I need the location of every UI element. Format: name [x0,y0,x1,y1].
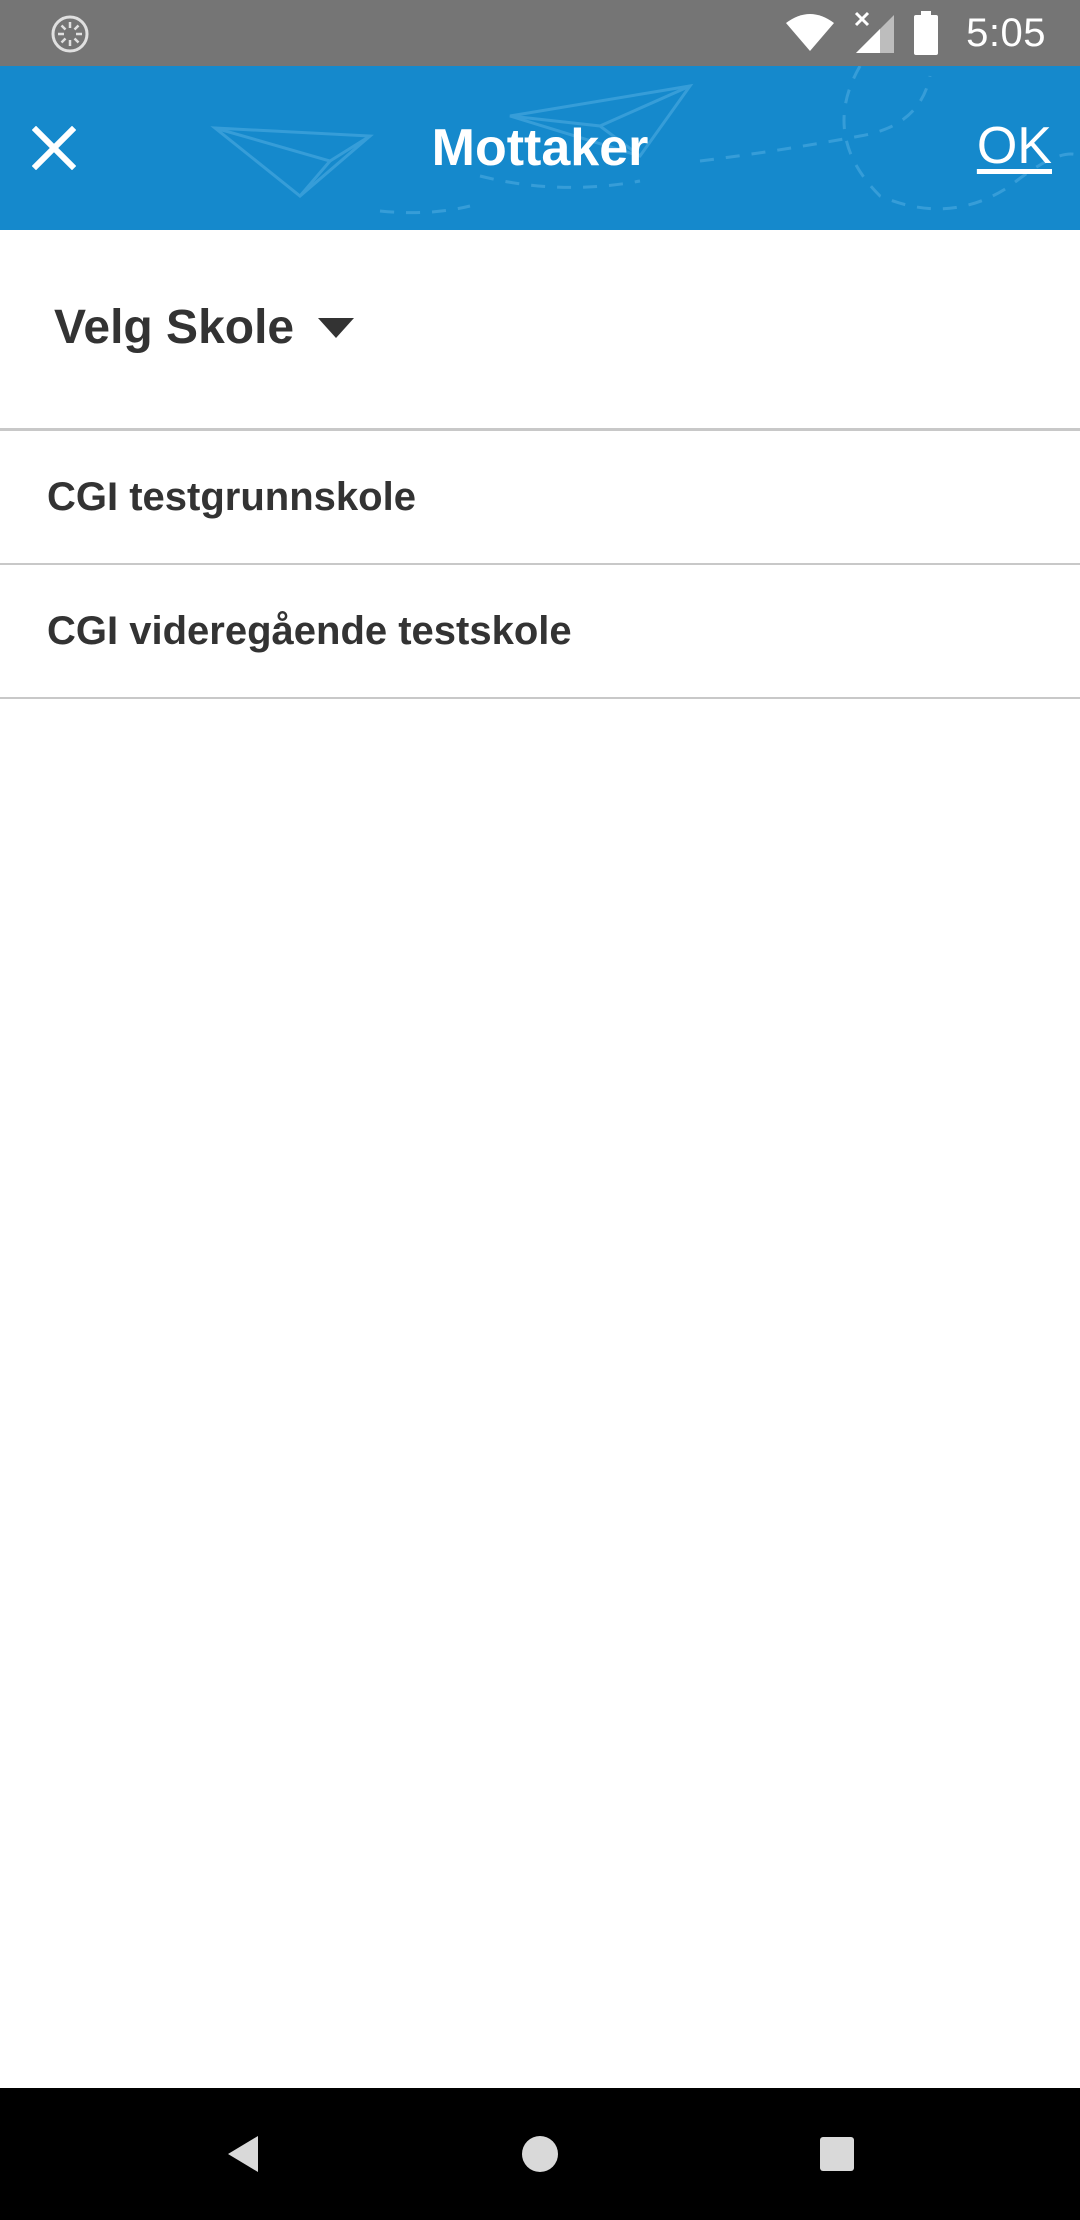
recents-button[interactable] [799,2116,875,2192]
status-icons: 5:05 [784,8,1046,58]
ok-button[interactable]: OK [977,116,1052,176]
sync-icon [51,15,89,53]
back-button[interactable] [204,2116,280,2192]
screen: 5:05 Mottaker OK Velg Skole CGI testgrun… [0,0,1080,2220]
wifi-icon [786,14,835,51]
school-dropdown-label: Velg Skole [54,301,295,354]
home-icon [522,2136,558,2172]
status-clock: 5:05 [966,10,1046,55]
school-selector: Velg Skole [0,230,1080,431]
home-button[interactable] [502,2116,578,2192]
back-icon [228,2136,258,2172]
school-dropdown[interactable]: Velg Skole [54,300,355,355]
cell-signal-off-icon [855,11,895,53]
list-item[interactable]: CGI videregående testskole [0,565,1080,699]
list-item[interactable]: CGI testgrunnskole [0,431,1080,565]
navigation-bar [0,2088,1080,2220]
school-list: CGI testgrunnskole CGI videregående test… [0,431,1080,699]
app-bar: Mottaker OK [0,66,1080,230]
page-title: Mottaker [431,119,649,177]
caret-down-icon [318,317,355,338]
status-bar: 5:05 [0,0,1080,66]
recents-icon [820,2137,854,2171]
battery-icon [914,11,939,55]
